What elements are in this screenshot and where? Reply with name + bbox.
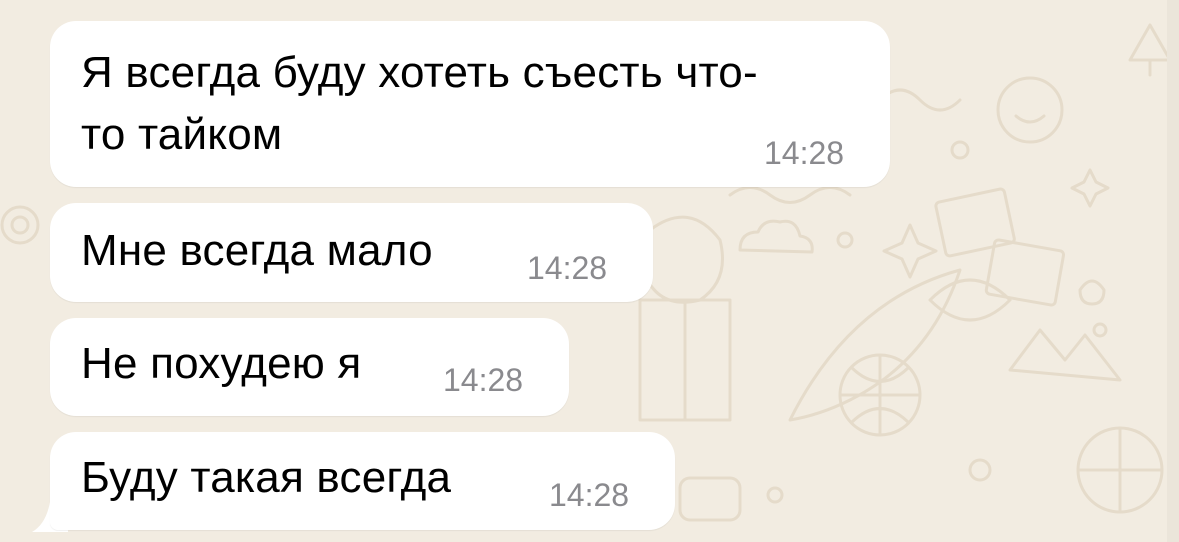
doodle-dot xyxy=(1092,322,1108,338)
doodle-badge xyxy=(678,476,742,522)
message-bubble[interactable]: Буду такая всегда 14:28 xyxy=(50,432,675,530)
doodle-dot xyxy=(950,140,970,160)
doodle-tree xyxy=(1128,23,1172,77)
message-timestamp: 14:28 xyxy=(443,362,524,398)
doodle-circle xyxy=(0,205,40,245)
message-text-line: Я всегда буду хотеть съесть что- xyxy=(81,48,758,97)
doodle-shirt xyxy=(638,298,732,422)
message-bubble[interactable]: Мне всегда мало 14:28 xyxy=(50,203,653,302)
message-text: Буду такая всегда xyxy=(81,453,452,502)
doodle-face-smile xyxy=(1014,114,1046,124)
message-timestamp: 14:28 xyxy=(527,250,608,286)
message-text: Не похудею я xyxy=(81,339,362,388)
message-timestamp: 14:28 xyxy=(549,477,630,513)
message-bubble[interactable]: Я всегда буду хотеть съесть что- то тайк… xyxy=(50,21,890,187)
doodle-cloud xyxy=(738,219,814,254)
doodle-star xyxy=(882,223,938,279)
doodle-squiggle xyxy=(728,186,852,204)
doodle-star xyxy=(1070,168,1110,208)
doodle-frame xyxy=(984,238,1066,307)
doodle-circle xyxy=(10,215,30,235)
doodle-dot xyxy=(766,486,784,504)
message-timestamp: 14:28 xyxy=(764,135,845,171)
message-bubble[interactable]: Не похудею я 14:28 xyxy=(50,318,569,416)
scroll-edge xyxy=(1167,0,1179,542)
doodle-fish xyxy=(788,268,962,422)
doodle-frame xyxy=(934,187,1016,258)
doodle-person xyxy=(643,215,724,304)
message-text: Мне всегда мало xyxy=(81,226,433,275)
doodle-dot xyxy=(968,458,992,482)
doodle-drop xyxy=(1078,279,1106,306)
message-text-line: то тайком xyxy=(81,110,283,159)
doodle-dot xyxy=(836,231,854,249)
doodle-face xyxy=(996,76,1064,144)
doodle-ball-lines xyxy=(838,353,922,437)
doodle-squiggle xyxy=(878,88,962,112)
doodle-mountains xyxy=(1008,328,1122,382)
